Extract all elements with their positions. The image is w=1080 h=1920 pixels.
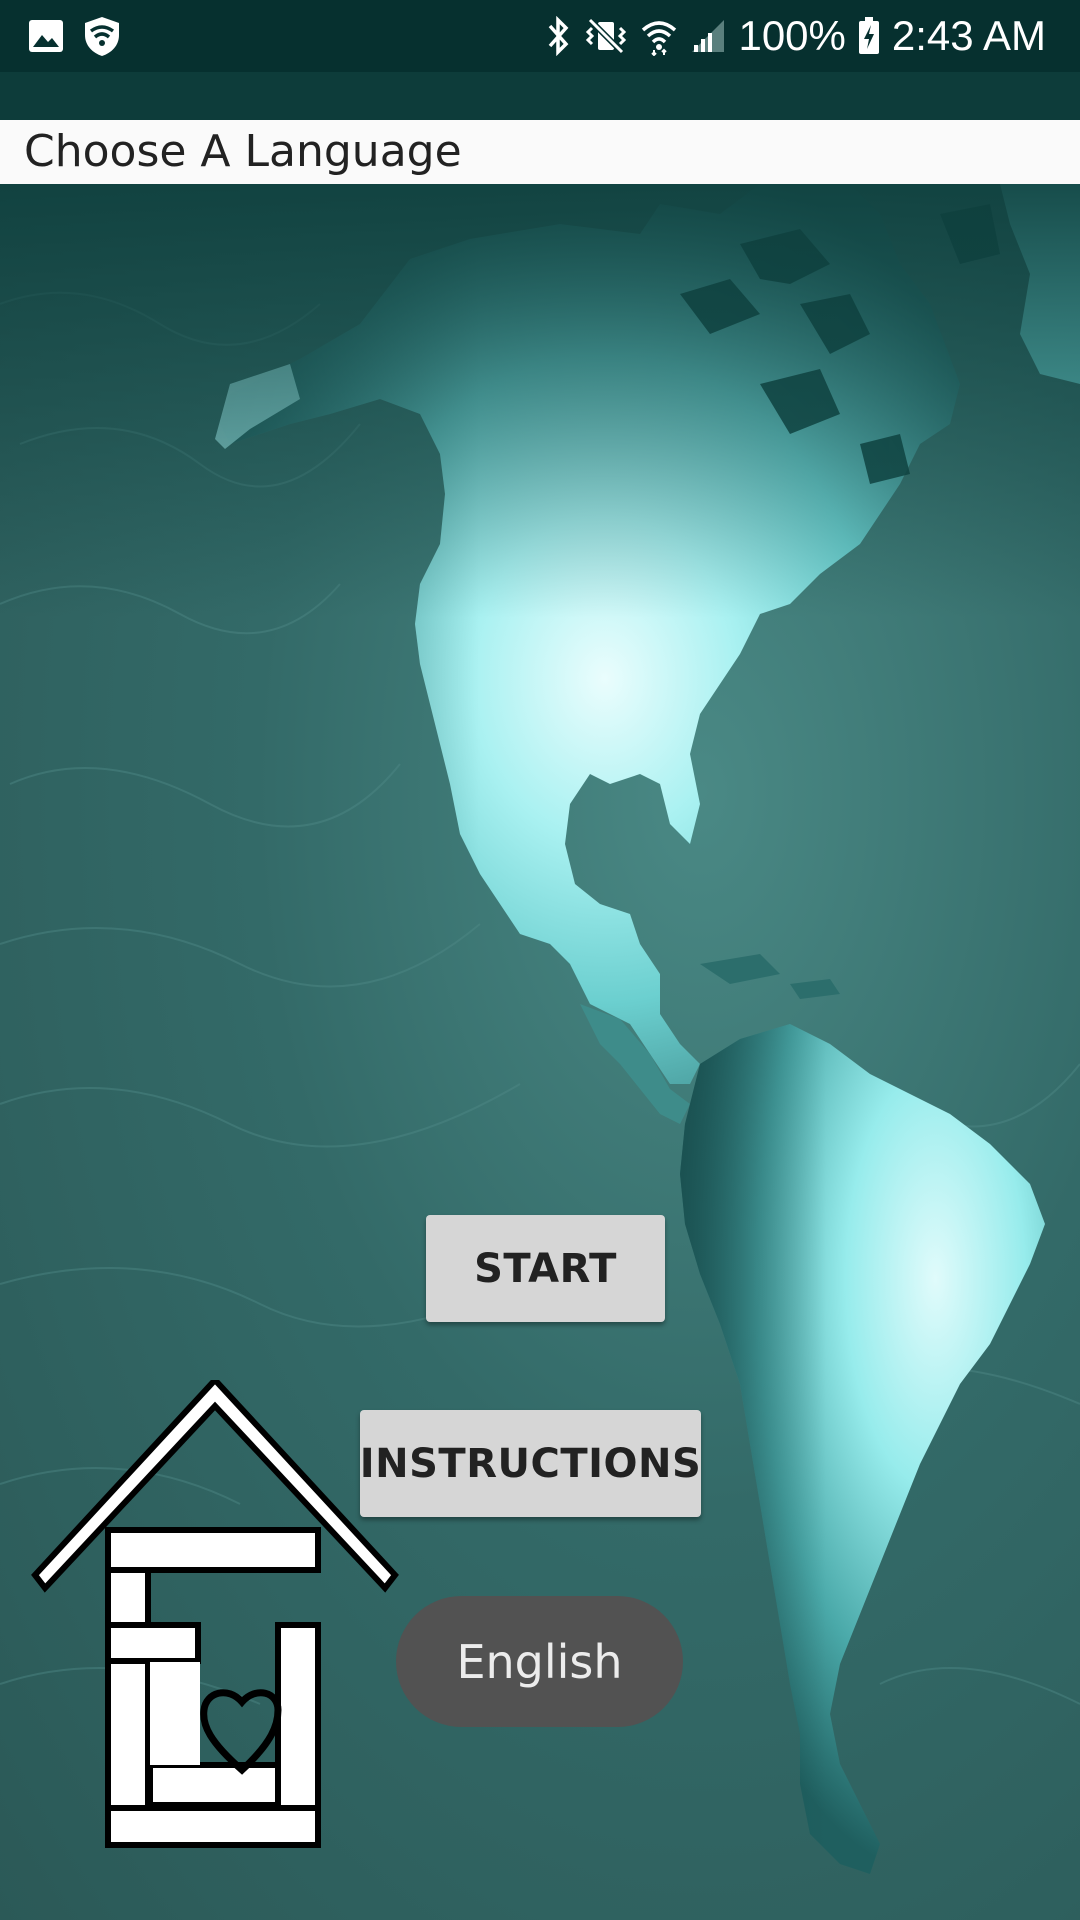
status-left-icons <box>28 14 122 58</box>
signal-icon <box>690 18 726 54</box>
status-right-icons: 100% 2:43 AM <box>546 0 1046 72</box>
start-button[interactable]: START <box>426 1215 665 1322</box>
app-logo <box>31 1380 399 1848</box>
vibrate-mute-icon <box>584 16 628 56</box>
title-bar: Choose A Language <box>0 120 1080 184</box>
battery-percentage: 100% <box>738 12 846 59</box>
bluetooth-icon <box>546 16 572 56</box>
top-band <box>0 72 1080 120</box>
battery-charging-icon <box>858 17 880 55</box>
clock: 2:43 AM <box>891 12 1046 59</box>
wifi-icon <box>640 16 678 56</box>
gallery-icon <box>28 19 64 53</box>
language-select-button[interactable]: English <box>396 1596 683 1727</box>
shield-wifi-icon <box>82 15 122 57</box>
status-bar: 100% 2:43 AM <box>0 0 1080 72</box>
instructions-button[interactable]: INSTRUCTIONS <box>360 1410 701 1517</box>
page-title: Choose A Language <box>24 126 462 177</box>
